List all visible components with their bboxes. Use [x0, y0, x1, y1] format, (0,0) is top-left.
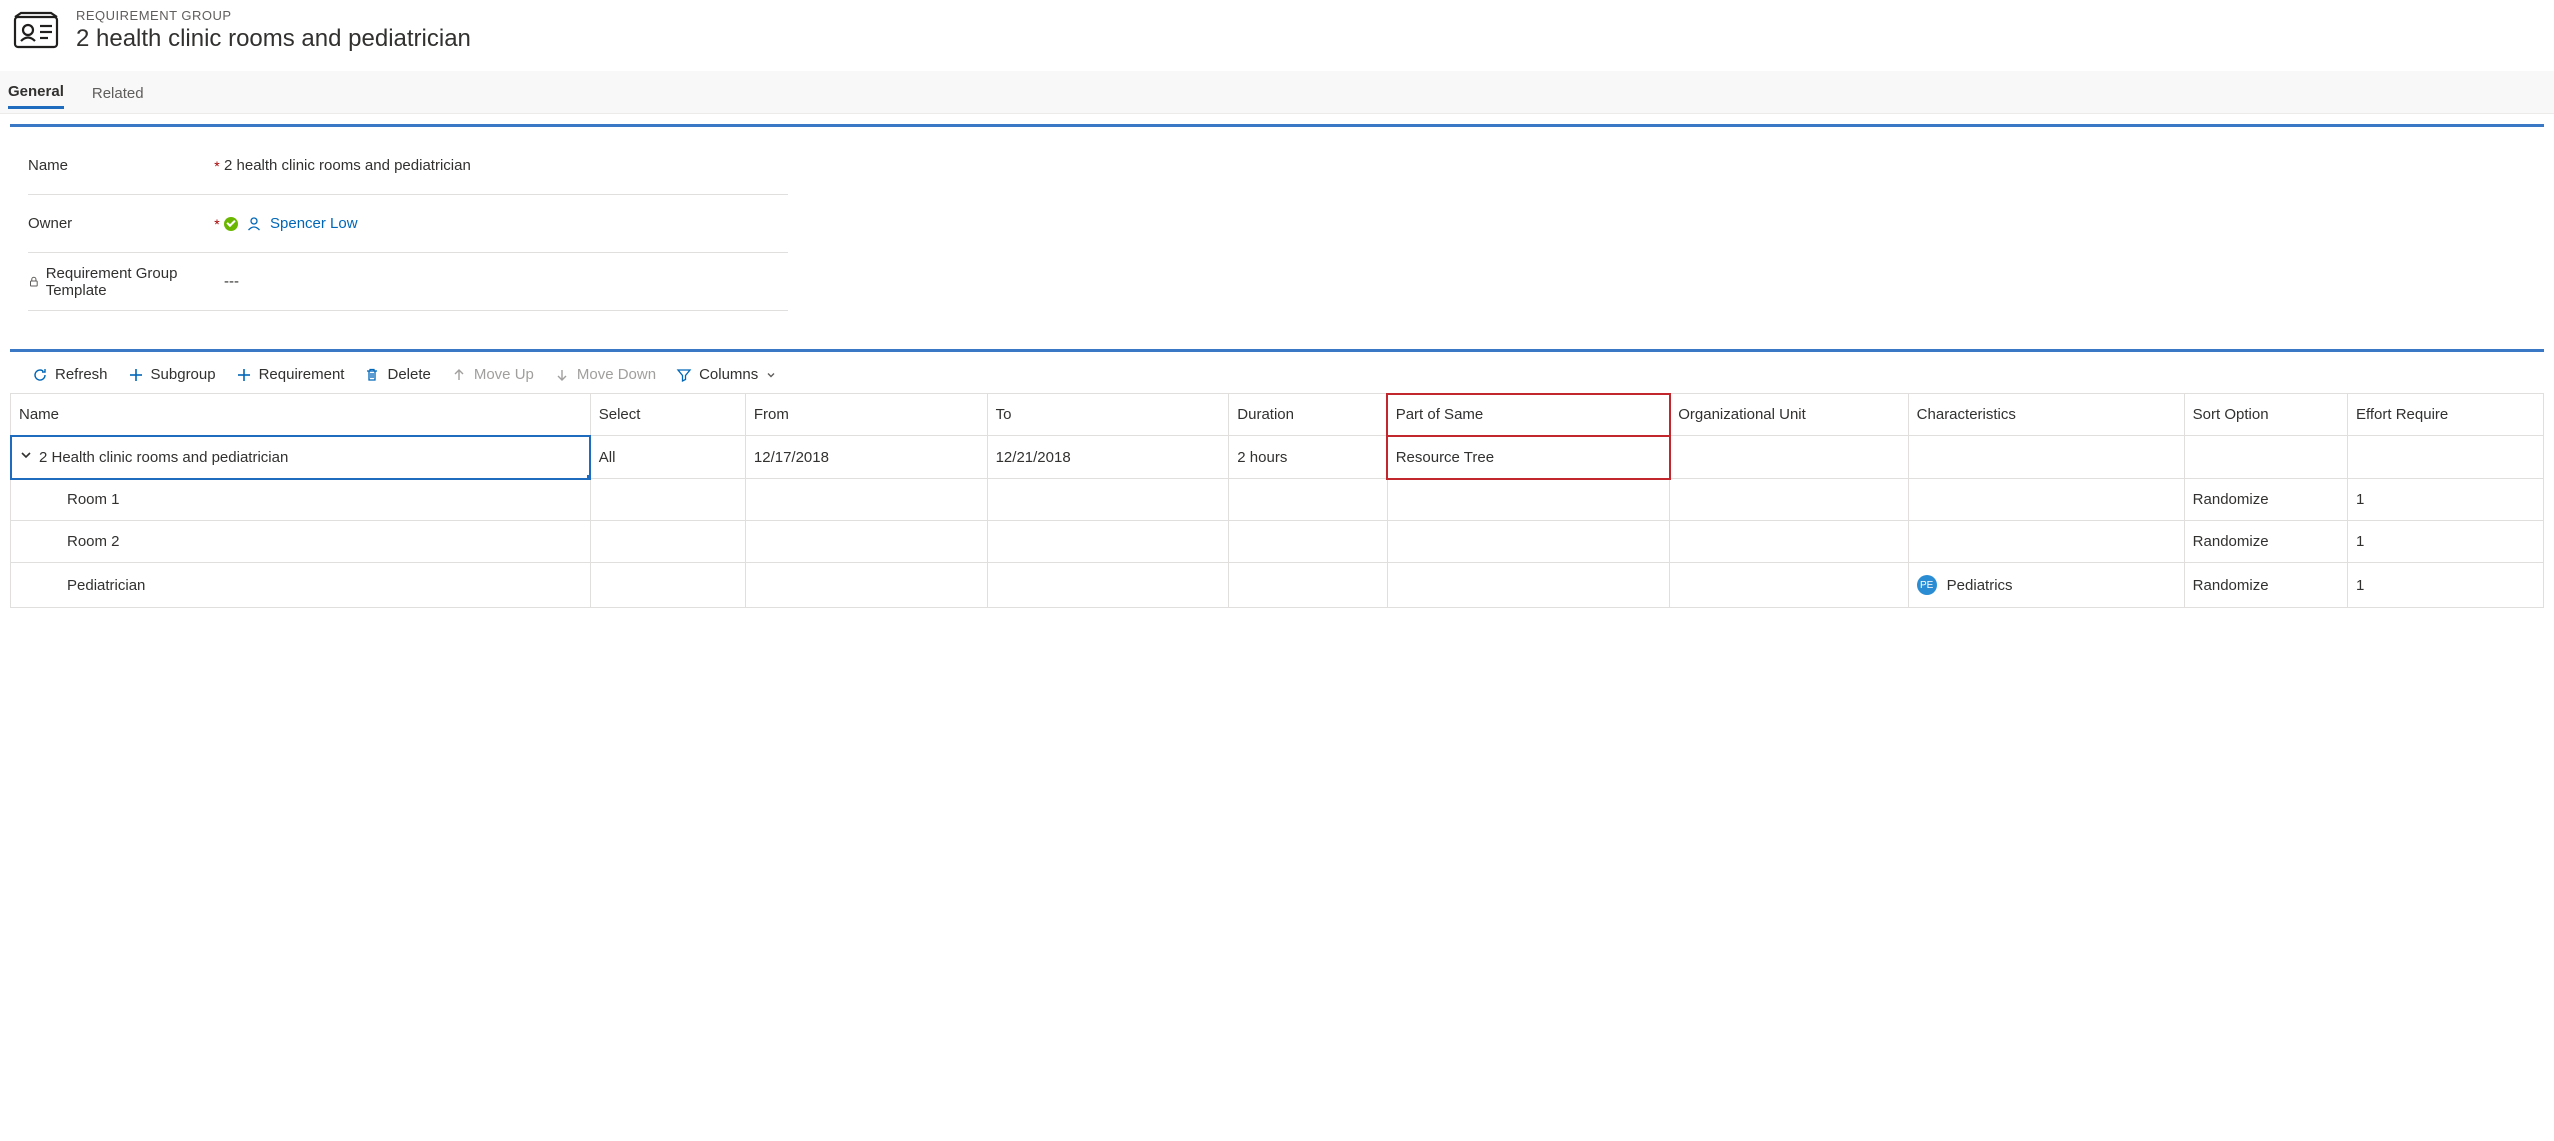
col-sort-header[interactable]: Sort Option — [2184, 394, 2347, 436]
col-to-header[interactable]: To — [987, 394, 1229, 436]
cell-orgunit[interactable] — [1670, 436, 1908, 479]
cell-partofsame[interactable] — [1387, 479, 1670, 521]
required-indicator: * — [210, 216, 224, 232]
grid-toolbar: Refresh Subgroup Requirement Delete Move… — [10, 352, 2544, 393]
cell-effort[interactable] — [2347, 436, 2543, 479]
col-characteristics-header[interactable]: Characteristics — [1908, 394, 2184, 436]
cell-duration[interactable]: 2 hours — [1229, 436, 1387, 479]
delete-button[interactable]: Delete — [364, 366, 430, 383]
cell-orgunit[interactable] — [1670, 521, 1908, 563]
col-select-header[interactable]: Select — [590, 394, 745, 436]
characteristic-badge: PE — [1917, 575, 1937, 595]
cell-characteristics[interactable] — [1908, 436, 2184, 479]
person-icon — [246, 216, 262, 232]
moveup-button: Move Up — [451, 366, 534, 383]
trash-icon — [364, 367, 380, 383]
tab-related[interactable]: Related — [92, 77, 144, 108]
cell-partofsame[interactable] — [1387, 521, 1670, 563]
cell-characteristics[interactable] — [1908, 479, 2184, 521]
entity-type-label: REQUIREMENT GROUP — [76, 8, 471, 23]
cell-from[interactable] — [745, 521, 987, 563]
tabs: General Related — [0, 71, 2554, 113]
movedown-button: Move Down — [554, 366, 656, 383]
cell-select[interactable]: All — [590, 436, 745, 479]
cell-from[interactable] — [745, 479, 987, 521]
cell-name[interactable]: Pediatrician — [11, 563, 591, 608]
cell-sort[interactable]: Randomize — [2184, 563, 2347, 608]
template-value[interactable]: --- — [224, 273, 788, 290]
cell-orgunit[interactable] — [1670, 563, 1908, 608]
cell-sort[interactable] — [2184, 436, 2347, 479]
cell-name[interactable]: Room 1 — [11, 479, 591, 521]
cell-duration[interactable] — [1229, 563, 1387, 608]
owner-value[interactable]: Spencer Low — [224, 215, 788, 232]
chevron-down-icon — [765, 369, 777, 381]
cell-name[interactable]: 2 Health clinic rooms and pediatrician — [11, 436, 591, 479]
col-partofsame-header[interactable]: Part of Same — [1387, 394, 1670, 436]
plus-icon — [236, 367, 252, 383]
chevron-down-icon[interactable] — [19, 448, 33, 462]
cell-sort[interactable]: Randomize — [2184, 521, 2347, 563]
cell-orgunit[interactable] — [1670, 479, 1908, 521]
col-name-header[interactable]: Name — [11, 394, 591, 436]
requirement-button[interactable]: Requirement — [236, 366, 345, 383]
col-effort-header[interactable]: Effort Require — [2347, 394, 2543, 436]
cell-duration[interactable] — [1229, 479, 1387, 521]
cell-to[interactable] — [987, 563, 1229, 608]
template-field-row: Requirement Group Template --- — [28, 253, 788, 311]
page-header: REQUIREMENT GROUP 2 health clinic rooms … — [0, 0, 2554, 71]
arrow-down-icon — [554, 367, 570, 383]
presence-icon — [224, 217, 238, 231]
cell-duration[interactable] — [1229, 521, 1387, 563]
columns-button[interactable]: Columns — [676, 366, 777, 383]
cell-effort[interactable]: 1 — [2347, 521, 2543, 563]
name-label: Name — [28, 157, 210, 174]
col-from-header[interactable]: From — [745, 394, 987, 436]
subgroup-button[interactable]: Subgroup — [128, 366, 216, 383]
cell-from[interactable] — [745, 563, 987, 608]
cell-select[interactable] — [590, 521, 745, 563]
cell-partofsame[interactable]: Resource Tree — [1387, 436, 1670, 479]
cell-partofsame[interactable] — [1387, 563, 1670, 608]
requirements-section: Refresh Subgroup Requirement Delete Move… — [10, 349, 2544, 608]
arrow-up-icon — [451, 367, 467, 383]
table-row[interactable]: Pediatrician PEPediatricsRandomize1 — [11, 563, 2544, 608]
filter-icon — [676, 367, 692, 383]
owner-label: Owner — [28, 215, 210, 232]
cell-select[interactable] — [590, 479, 745, 521]
refresh-icon — [32, 367, 48, 383]
cell-characteristics[interactable] — [1908, 521, 2184, 563]
general-section: Name * 2 health clinic rooms and pediatr… — [10, 124, 2544, 335]
page-title: 2 health clinic rooms and pediatrician — [76, 25, 471, 53]
cell-to[interactable]: 12/21/2018 — [987, 436, 1229, 479]
cell-to[interactable] — [987, 521, 1229, 563]
cell-effort[interactable]: 1 — [2347, 479, 2543, 521]
refresh-button[interactable]: Refresh — [32, 366, 108, 383]
requirements-grid: Name Select From To Duration Part of Sam… — [10, 393, 2544, 608]
cell-effort[interactable]: 1 — [2347, 563, 2543, 608]
cell-characteristics[interactable]: PEPediatrics — [1908, 563, 2184, 608]
name-value[interactable]: 2 health clinic rooms and pediatrician — [224, 157, 788, 174]
col-orgunit-header[interactable]: Organizational Unit — [1670, 394, 1908, 436]
cell-sort[interactable]: Randomize — [2184, 479, 2347, 521]
tab-general[interactable]: General — [8, 75, 64, 109]
table-row[interactable]: Room 1 Randomize1 — [11, 479, 2544, 521]
col-duration-header[interactable]: Duration — [1229, 394, 1387, 436]
cell-to[interactable] — [987, 479, 1229, 521]
entity-icon — [12, 11, 60, 51]
owner-link[interactable]: Spencer Low — [270, 215, 358, 232]
cell-select[interactable] — [590, 563, 745, 608]
grid-header-row: Name Select From To Duration Part of Sam… — [11, 394, 2544, 436]
table-row[interactable]: Room 2 Randomize1 — [11, 521, 2544, 563]
name-field-row: Name * 2 health clinic rooms and pediatr… — [28, 137, 788, 195]
template-label: Requirement Group Template — [28, 265, 210, 299]
table-row[interactable]: 2 Health clinic rooms and pediatricianAl… — [11, 436, 2544, 479]
owner-field-row: Owner * Spencer Low — [28, 195, 788, 253]
lock-icon — [28, 275, 40, 289]
plus-icon — [128, 367, 144, 383]
cell-name[interactable]: Room 2 — [11, 521, 591, 563]
required-indicator: * — [210, 158, 224, 174]
cell-from[interactable]: 12/17/2018 — [745, 436, 987, 479]
